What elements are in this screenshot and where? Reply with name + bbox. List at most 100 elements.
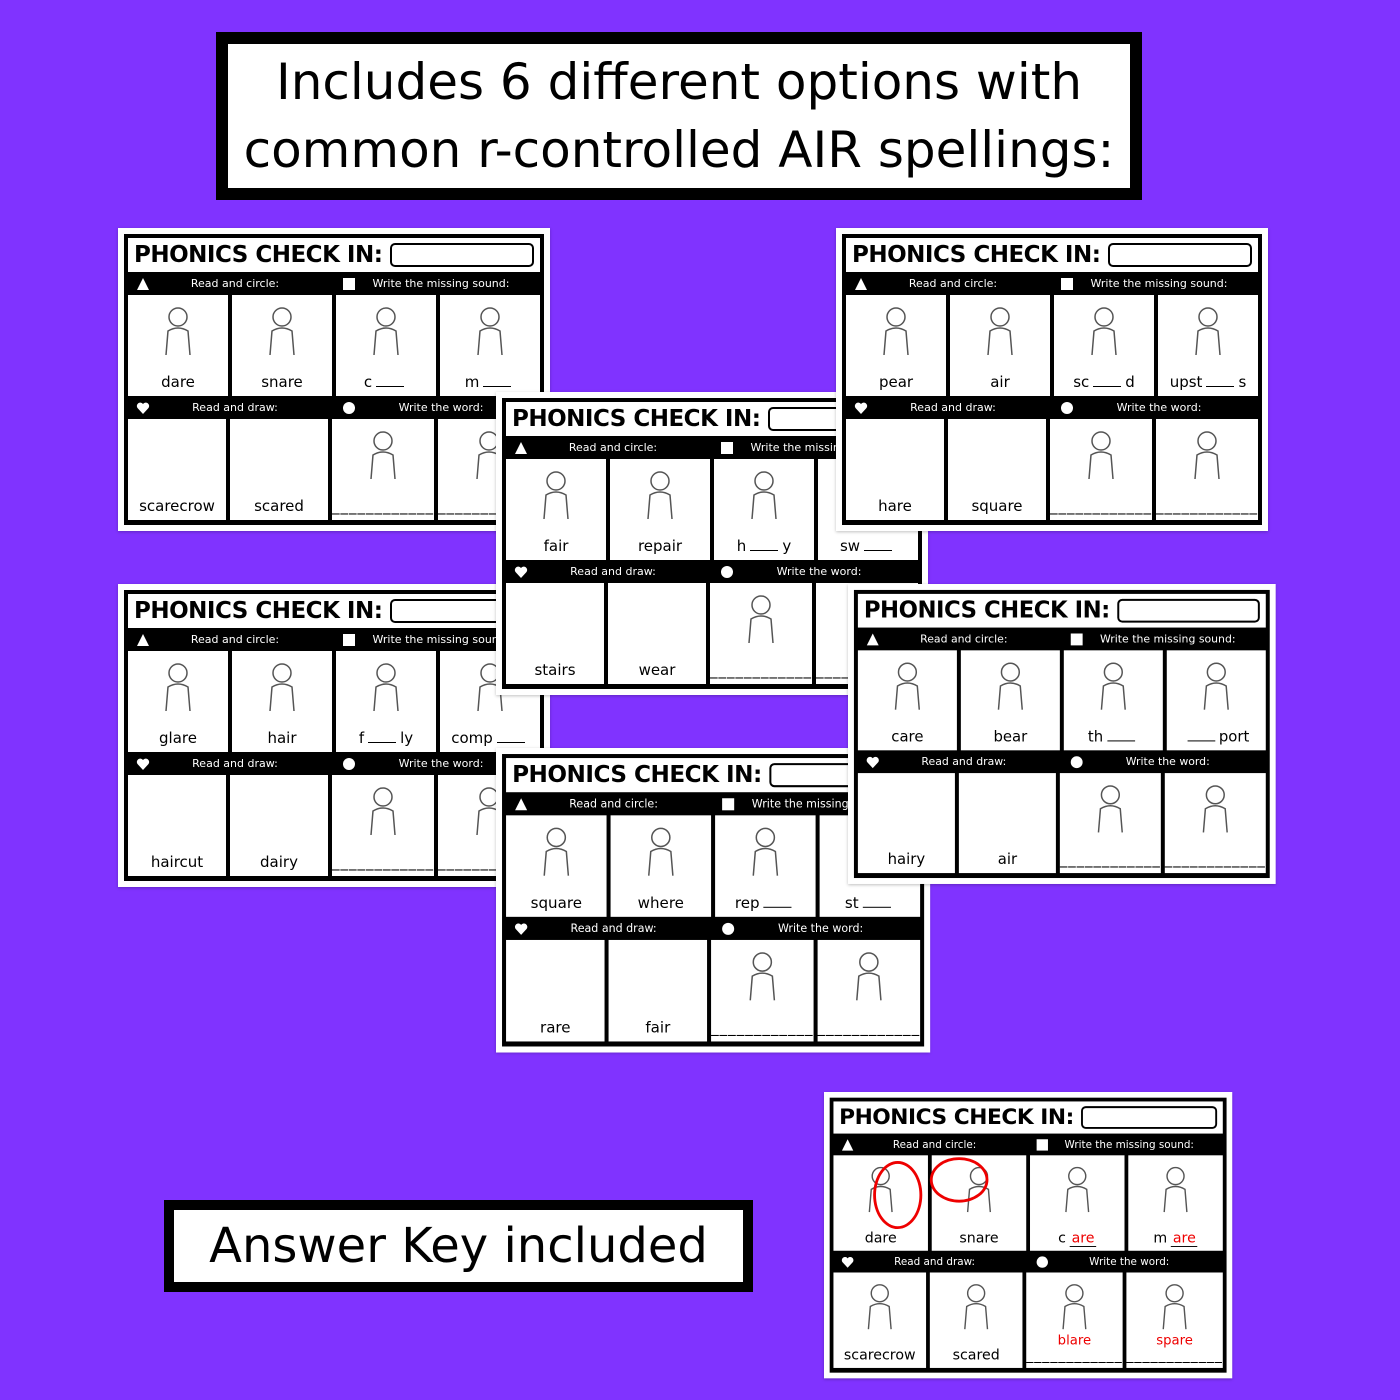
- illustration: [269, 307, 295, 356]
- read-and-draw-cell[interactable]: air: [958, 773, 1056, 874]
- headline-line-1: Includes 6 different options with: [275, 53, 1083, 111]
- read-and-draw-cell[interactable]: scared: [929, 1272, 1023, 1368]
- write-the-word-cell[interactable]: ____________: [332, 419, 434, 520]
- write-the-word-cell[interactable]: ____________: [710, 583, 812, 684]
- section-label: Read and draw:: [910, 401, 996, 414]
- blank-line: [862, 897, 891, 908]
- section-label: Write the missing sound:: [1099, 632, 1236, 646]
- blank-line: [376, 376, 405, 387]
- read-and-draw-cell[interactable]: scarecrow: [833, 1272, 927, 1368]
- card-frame: PHONICS CHECK IN: Read and circle: Write…: [124, 234, 544, 525]
- missing-sound-cell[interactable]: rep: [715, 815, 816, 917]
- write-the-word-cell[interactable]: ____________: [1156, 419, 1258, 520]
- read-and-draw-cell[interactable]: hare: [846, 419, 944, 520]
- read-and-draw-cell[interactable]: square: [948, 419, 1046, 520]
- section-label: Write the missing sound:: [1064, 1138, 1194, 1151]
- missing-sound-cell[interactable]: m are: [1128, 1155, 1223, 1251]
- name-input-box[interactable]: [1108, 243, 1252, 267]
- read-and-circle-cell[interactable]: pear: [846, 295, 946, 396]
- read-and-circle-cell[interactable]: snare: [232, 295, 332, 396]
- missing-sound-cell[interactable]: c: [336, 295, 436, 396]
- name-input-box[interactable]: [1117, 598, 1260, 623]
- missing-sound-cell[interactable]: f ly: [336, 651, 436, 752]
- word-prefix: h: [736, 537, 747, 555]
- triangle-icon: [841, 1138, 854, 1151]
- section-label: Read and draw:: [570, 565, 656, 578]
- read-and-circle-cell[interactable]: snare: [929, 1155, 1027, 1251]
- read-and-circle-cell[interactable]: repair: [610, 459, 710, 560]
- heart-icon: [866, 756, 879, 768]
- name-input-box[interactable]: [390, 243, 534, 267]
- triangle-icon: [866, 633, 879, 645]
- read-and-draw-cell[interactable]: stairs: [506, 583, 604, 684]
- cells-row: dare snare c m: [128, 295, 540, 396]
- read-and-circle-cell[interactable]: square: [506, 815, 607, 917]
- read-and-draw-cell[interactable]: haircut: [128, 775, 226, 876]
- card-title: PHONICS CHECK IN:: [512, 762, 762, 789]
- missing-sound-cell[interactable]: c are: [1030, 1155, 1125, 1251]
- missing-sound-cell[interactable]: sc d: [1054, 295, 1154, 396]
- section-label: Read and circle:: [908, 277, 998, 290]
- missing-sound-cell[interactable]: hy: [714, 459, 814, 560]
- read-and-circle-cell[interactable]: bear: [960, 650, 1060, 751]
- write-line: ____________: [1156, 497, 1258, 515]
- cells-row: pear air sc d upst s: [846, 295, 1258, 396]
- card-title-row: PHONICS CHECK IN:: [857, 593, 1266, 628]
- illustration: [1088, 431, 1114, 480]
- write-the-word-cell[interactable]: ____________: [1164, 773, 1266, 874]
- read-and-draw-cell[interactable]: scarecrow: [128, 419, 226, 520]
- blank-line: [1093, 376, 1122, 387]
- word-prefix: rep: [734, 893, 760, 912]
- word: dairy: [260, 853, 298, 871]
- worksheet-card: PHONICS CHECK IN: Read and circle: Write…: [836, 228, 1268, 531]
- read-and-draw-cell[interactable]: rare: [506, 939, 605, 1042]
- missing-sound-cell[interactable]: th: [1063, 650, 1163, 751]
- write-the-word-cell[interactable]: ____________: [1050, 419, 1152, 520]
- word: where: [637, 893, 684, 912]
- read-and-circle-cell[interactable]: hair: [232, 651, 332, 752]
- missing-sound-cell[interactable]: m: [440, 295, 540, 396]
- read-and-draw-cell[interactable]: wear: [608, 583, 706, 684]
- section-label: Read and draw:: [570, 921, 657, 935]
- circle-icon: [722, 922, 735, 935]
- read-and-circle-cell[interactable]: care: [857, 650, 957, 751]
- illustration: [751, 471, 777, 520]
- write-line: ____________: [332, 497, 434, 515]
- word: fair: [645, 1018, 671, 1037]
- write-the-word-cell[interactable]: ____________: [817, 939, 921, 1042]
- square-icon: [1061, 277, 1073, 290]
- write-the-word-cell[interactable]: ____________: [711, 939, 814, 1042]
- missing-sound-cell[interactable]: port: [1166, 650, 1266, 751]
- section-label: Read and draw:: [192, 401, 278, 414]
- read-and-circle-cell[interactable]: air: [950, 295, 1050, 396]
- write-the-word-cell[interactable]: ____________: [332, 775, 434, 876]
- read-and-circle-cell[interactable]: dare: [128, 295, 228, 396]
- section-header-row: Read and draw: Write the word:: [128, 752, 540, 775]
- cells-row: scarecrow scared blare ____________ spare ___…: [833, 1272, 1223, 1368]
- missing-sound-cell[interactable]: upst s: [1158, 295, 1258, 396]
- read-and-draw-cell[interactable]: fair: [608, 939, 708, 1042]
- worksheet-card: PHONICS CHECK IN: Read and circle: Write…: [848, 584, 1276, 884]
- read-and-circle-cell[interactable]: glare: [128, 651, 228, 752]
- section-header-row: Read and circle: Write the missing sound…: [128, 628, 540, 651]
- illustration: [648, 827, 674, 876]
- square-icon: [343, 633, 355, 646]
- write-line: ____________: [332, 853, 434, 871]
- blank-line: [1206, 376, 1235, 387]
- word: haircut: [150, 853, 204, 871]
- write-the-word-cell[interactable]: blare ____________: [1026, 1272, 1123, 1368]
- word: snare: [261, 373, 303, 391]
- write-the-word-cell[interactable]: ____________: [1059, 773, 1161, 874]
- section-label: Write the word:: [1116, 401, 1202, 414]
- read-and-draw-cell[interactable]: hairy: [857, 773, 955, 874]
- write-the-word-cell[interactable]: spare ____________: [1126, 1272, 1223, 1368]
- read-and-draw-cell[interactable]: scared: [230, 419, 328, 520]
- read-and-circle-cell[interactable]: fair: [506, 459, 606, 560]
- word-prefix: f: [358, 729, 365, 747]
- read-and-circle-cell[interactable]: dare: [833, 1155, 928, 1251]
- word-suffix: ly: [400, 729, 414, 747]
- read-and-draw-cell[interactable]: dairy: [230, 775, 328, 876]
- read-and-circle-cell[interactable]: where: [610, 815, 712, 917]
- illustration: [1162, 1284, 1187, 1330]
- name-input-box[interactable]: [1081, 1106, 1218, 1129]
